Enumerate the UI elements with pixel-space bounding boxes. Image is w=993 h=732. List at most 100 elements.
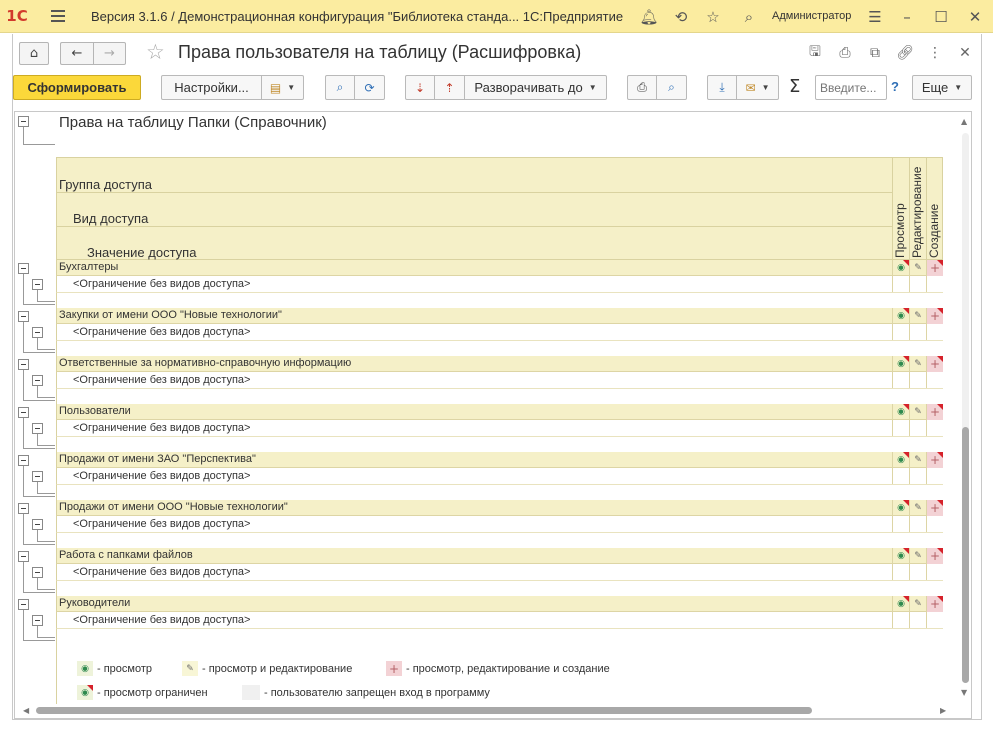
bell-icon[interactable]: 🔔︎ xyxy=(633,0,665,33)
access-restriction-text[interactable]: <Ограничение без видов доступа> xyxy=(73,518,250,530)
plus-icon[interactable]: + xyxy=(926,548,943,564)
collapse-subgroup-toggle[interactable] xyxy=(32,567,43,578)
pencil-icon[interactable]: ✎ xyxy=(909,548,926,564)
collapse-report-toggle[interactable] xyxy=(18,116,29,127)
history-icon[interactable]: ⟲ xyxy=(665,0,697,33)
access-group-name[interactable]: Продажи от имени ООО "Новые технологии" xyxy=(59,501,288,513)
sort-desc-button[interactable]: ⇣ xyxy=(405,75,435,100)
pencil-icon[interactable]: ✎ xyxy=(909,500,926,516)
current-user[interactable]: Администратор xyxy=(772,10,851,22)
access-group-name[interactable]: Бухгалтеры xyxy=(59,261,118,273)
collapse-group-toggle[interactable] xyxy=(18,599,29,610)
collapse-group-toggle[interactable] xyxy=(18,311,29,322)
eye-icon[interactable]: ◉ xyxy=(892,500,909,516)
plus-icon[interactable]: + xyxy=(926,404,943,420)
access-restriction-text[interactable]: <Ограничение без видов доступа> xyxy=(73,278,250,290)
collapse-group-toggle[interactable] xyxy=(18,359,29,370)
access-group-name[interactable]: Руководители xyxy=(59,597,130,609)
access-restriction-text[interactable]: <Ограничение без видов доступа> xyxy=(73,614,250,626)
access-restriction-text[interactable]: <Ограничение без видов доступа> xyxy=(73,422,250,434)
home-button[interactable]: ⌂ xyxy=(19,41,49,65)
preview-icon[interactable]: ⧉ xyxy=(860,40,890,66)
collapse-subgroup-toggle[interactable] xyxy=(32,375,43,386)
table-row[interactable]: Ответственные за нормативно-справочную и… xyxy=(56,356,943,372)
close-form-icon[interactable]: ✕ xyxy=(950,40,980,66)
maximize-icon[interactable]: ☐ xyxy=(924,0,958,33)
pencil-icon[interactable]: ✎ xyxy=(909,596,926,612)
print-icon[interactable]: ⎙ xyxy=(830,40,860,66)
collapse-group-toggle[interactable] xyxy=(18,263,29,274)
table-row[interactable]: <Ограничение без видов доступа> xyxy=(56,468,943,484)
sort-asc-button[interactable]: ⇡ xyxy=(435,75,465,100)
collapse-group-toggle[interactable] xyxy=(18,551,29,562)
sum-icon[interactable]: Σ xyxy=(789,76,800,97)
table-row[interactable]: Продажи от имени ООО "Новые технологии" ◉… xyxy=(56,500,943,516)
collapse-subgroup-toggle[interactable] xyxy=(32,471,43,482)
plus-icon[interactable]: + xyxy=(926,596,943,612)
find-next-button[interactable]: ⟳ xyxy=(355,75,385,100)
access-restriction-text[interactable]: <Ограничение без видов доступа> xyxy=(73,374,250,386)
settings-menu-icon[interactable]: ☰ xyxy=(860,0,890,33)
access-group-name[interactable]: Продажи от имени ЗАО "Перспектива" xyxy=(59,453,256,465)
expand-to-button[interactable]: Разворачивать до ▼ xyxy=(465,75,607,100)
eye-icon[interactable]: ◉ xyxy=(892,404,909,420)
table-row[interactable]: <Ограничение без видов доступа> xyxy=(56,420,943,436)
generate-button[interactable]: Сформировать xyxy=(13,75,141,100)
plus-icon[interactable]: + xyxy=(926,500,943,516)
table-row[interactable]: <Ограничение без видов доступа> xyxy=(56,516,943,532)
eye-icon[interactable]: ◉ xyxy=(892,452,909,468)
scroll-left-arrow-icon[interactable]: ◀ xyxy=(23,706,29,715)
table-row[interactable]: Закупки от имени ООО "Новые технологии" ◉… xyxy=(56,308,943,324)
access-restriction-text[interactable]: <Ограничение без видов доступа> xyxy=(73,566,250,578)
access-group-name[interactable]: Пользователи xyxy=(59,405,131,417)
settings-button[interactable]: Настройки... xyxy=(161,75,262,100)
scroll-thumb[interactable] xyxy=(36,707,812,714)
access-restriction-text[interactable]: <Ограничение без видов доступа> xyxy=(73,326,250,338)
eye-icon[interactable]: ◉ xyxy=(892,596,909,612)
plus-icon[interactable]: + xyxy=(926,452,943,468)
table-row[interactable]: Работа с папками файлов ◉ ✎ + xyxy=(56,548,943,564)
send-email-button[interactable]: ✉ ▼ xyxy=(737,75,779,100)
table-row[interactable]: <Ограничение без видов доступа> xyxy=(56,564,943,580)
pencil-icon[interactable]: ✎ xyxy=(909,356,926,372)
access-group-name[interactable]: Ответственные за нормативно-справочную и… xyxy=(59,357,351,369)
print-preview-button[interactable]: ⌕ xyxy=(657,75,687,100)
collapse-group-toggle[interactable] xyxy=(18,455,29,466)
more-vertical-icon[interactable]: ⋮ xyxy=(920,40,950,66)
collapse-subgroup-toggle[interactable] xyxy=(32,327,43,338)
table-row[interactable]: Руководители ◉ ✎ + xyxy=(56,596,943,612)
report-spreadsheet[interactable]: Права на таблицу Папки (Справочник) Груп… xyxy=(14,111,972,719)
table-row[interactable]: <Ограничение без видов доступа> xyxy=(56,372,943,388)
table-row[interactable]: <Ограничение без видов доступа> xyxy=(56,612,943,628)
plus-icon[interactable]: + xyxy=(926,356,943,372)
eye-icon[interactable]: ◉ xyxy=(892,356,909,372)
pencil-icon[interactable]: ✎ xyxy=(909,404,926,420)
save-icon[interactable]: 🖫 xyxy=(800,40,830,66)
access-group-name[interactable]: Закупки от имени ООО "Новые технологии" xyxy=(59,309,282,321)
eye-icon[interactable]: ◉ xyxy=(892,308,909,324)
pencil-icon[interactable]: ✎ xyxy=(909,452,926,468)
pencil-icon[interactable]: ✎ xyxy=(909,260,926,276)
more-button[interactable]: Еще ▼ xyxy=(912,75,972,100)
search-input[interactable] xyxy=(815,75,887,100)
help-button[interactable]: ? xyxy=(891,79,899,94)
scroll-down-arrow-icon[interactable]: ▼ xyxy=(961,688,967,697)
variants-dropdown-button[interactable]: ▤ ▼ xyxy=(262,75,304,100)
vertical-scrollbar[interactable]: ▲ ▼ xyxy=(960,115,969,701)
add-to-favorites-star-icon[interactable]: ☆ xyxy=(146,40,165,64)
favorites-star-icon[interactable]: ☆ xyxy=(697,0,729,33)
main-menu-icon[interactable] xyxy=(51,0,73,33)
link-icon[interactable]: 🔗︎ xyxy=(890,40,920,66)
scroll-thumb[interactable] xyxy=(962,427,969,683)
access-restriction-text[interactable]: <Ограничение без видов доступа> xyxy=(73,470,250,482)
export-button[interactable]: ⤓ xyxy=(707,75,737,100)
table-row[interactable]: <Ограничение без видов доступа> xyxy=(56,276,943,292)
collapse-group-toggle[interactable] xyxy=(18,503,29,514)
horizontal-scrollbar[interactable]: ◀ ▶ xyxy=(22,706,952,715)
search-icon[interactable]: ⌕ xyxy=(733,0,765,33)
access-group-name[interactable]: Работа с папками файлов xyxy=(59,549,193,561)
collapse-subgroup-toggle[interactable] xyxy=(32,423,43,434)
table-row[interactable]: Бухгалтеры ◉ ✎ + xyxy=(56,260,943,276)
collapse-subgroup-toggle[interactable] xyxy=(32,615,43,626)
minimize-icon[interactable]: – xyxy=(890,0,924,33)
